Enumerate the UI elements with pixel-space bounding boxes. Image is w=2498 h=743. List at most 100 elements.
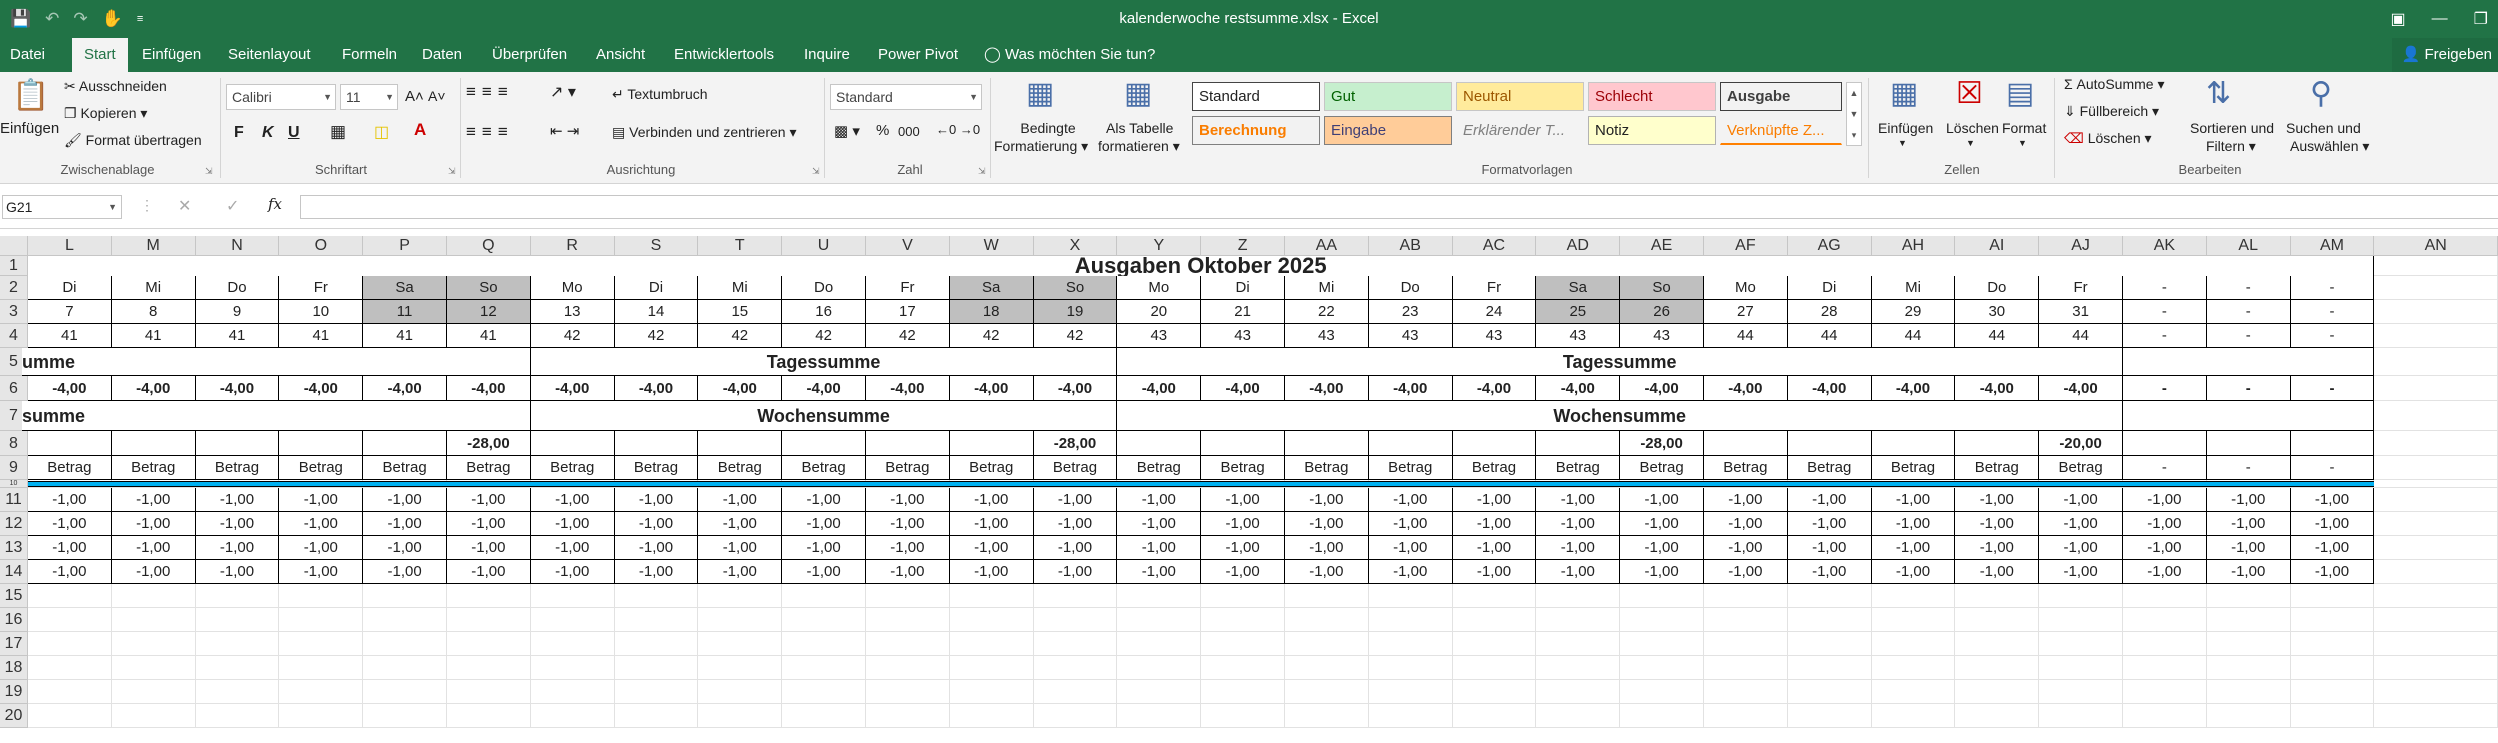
row-header-20[interactable]: 20 xyxy=(0,704,28,728)
amount-cell[interactable]: -1,00 xyxy=(1536,512,1621,536)
tab-seitenlayout[interactable]: Seitenlayout xyxy=(228,38,311,72)
row-header-17[interactable]: 17 xyxy=(0,632,28,656)
grid-cell[interactable] xyxy=(949,656,1034,680)
column-header-ab[interactable]: AB xyxy=(1368,236,1453,256)
amount-cell[interactable]: -1,00 xyxy=(866,560,950,584)
grid-cell[interactable] xyxy=(279,704,364,728)
week-number-cell[interactable]: 43 xyxy=(1452,324,1537,348)
minimize-icon[interactable]: — xyxy=(2432,10,2448,28)
grid-cell[interactable] xyxy=(2206,704,2291,728)
grid-cell[interactable] xyxy=(2123,632,2207,656)
conditional-formatting-line2[interactable]: Formatierung ▾ xyxy=(994,138,1088,155)
grid-cell[interactable] xyxy=(279,632,364,656)
day-total-cell[interactable]: - xyxy=(2206,376,2291,401)
week-number-cell[interactable]: 44 xyxy=(1871,324,1956,348)
grid-cell[interactable] xyxy=(1787,680,1872,704)
grid-cell[interactable] xyxy=(698,632,783,656)
grid-cell[interactable] xyxy=(782,680,866,704)
amount-cell[interactable]: -1,00 xyxy=(1033,512,1118,536)
grid-cell[interactable] xyxy=(1285,680,1369,704)
week-total-cell[interactable] xyxy=(1368,431,1453,456)
grid-cell[interactable] xyxy=(111,656,196,680)
grid-cell[interactable] xyxy=(1787,608,1872,632)
grid-cell[interactable] xyxy=(195,584,280,608)
grid-cell[interactable] xyxy=(1452,632,1537,656)
week-total-cell[interactable] xyxy=(111,431,196,456)
grid-cell[interactable] xyxy=(279,680,364,704)
day-cell[interactable]: 13 xyxy=(530,300,615,324)
grid-cell[interactable] xyxy=(1536,584,1621,608)
amount-header-cell[interactable]: Betrag xyxy=(1285,456,1369,480)
amount-cell[interactable]: -1,00 xyxy=(363,536,447,560)
grid-cell[interactable] xyxy=(1955,608,2040,632)
week-number-cell[interactable]: 43 xyxy=(1285,324,1369,348)
amount-cell[interactable]: -1,00 xyxy=(1704,488,1788,512)
grid-cell[interactable] xyxy=(1955,680,2040,704)
grid-cell[interactable] xyxy=(1871,680,1956,704)
amount-cell[interactable]: -1,00 xyxy=(1285,488,1369,512)
grid-cell[interactable] xyxy=(2039,704,2123,728)
grid-cell[interactable] xyxy=(698,680,783,704)
day-total-cell[interactable]: -4,00 xyxy=(1285,376,1369,401)
grid-cell[interactable] xyxy=(2374,488,2498,512)
format-painter-button[interactable]: 🖌 Format übertragen xyxy=(64,132,202,149)
amount-header-cell[interactable]: Betrag xyxy=(1452,456,1537,480)
grid-cell[interactable] xyxy=(1368,704,1453,728)
grid-cell[interactable] xyxy=(1704,704,1788,728)
amount-cell[interactable]: -1,00 xyxy=(2039,488,2123,512)
conditional-formatting-icon[interactable]: ▦ xyxy=(1026,76,1054,111)
grid-cell[interactable] xyxy=(1368,656,1453,680)
grid-cell[interactable] xyxy=(1368,680,1453,704)
row-header-13[interactable]: 13 xyxy=(0,536,28,560)
day-cell[interactable]: 21 xyxy=(1201,300,1285,324)
delete-cells-button[interactable]: Löschen xyxy=(1946,120,1999,136)
fill-color-icon[interactable]: ◫ xyxy=(374,122,389,142)
amount-cell[interactable]: -1,00 xyxy=(111,536,196,560)
grid-cell[interactable] xyxy=(1285,632,1369,656)
amount-cell[interactable]: -1,00 xyxy=(530,536,615,560)
copy-button[interactable]: ❐ Kopieren ▾ xyxy=(64,105,147,122)
indent-icons[interactable]: ⇤ ⇥ xyxy=(550,122,579,140)
tab-ansicht[interactable]: Ansicht xyxy=(596,38,645,72)
day-total-cell[interactable]: -4,00 xyxy=(1117,376,1202,401)
amount-cell[interactable]: -1,00 xyxy=(2039,512,2123,536)
column-header-ae[interactable]: AE xyxy=(1620,236,1704,256)
week-number-cell[interactable]: 44 xyxy=(1955,324,2040,348)
amount-cell[interactable]: -1,00 xyxy=(949,560,1034,584)
amount-cell[interactable]: -1,00 xyxy=(1285,560,1369,584)
grid-cell[interactable] xyxy=(2374,512,2498,536)
weekday-cell[interactable]: Di xyxy=(1787,276,1872,300)
grid-cell[interactable] xyxy=(1285,608,1369,632)
grid-cell[interactable] xyxy=(1201,680,1285,704)
grid-cell[interactable] xyxy=(1620,656,1704,680)
amount-cell[interactable]: -1,00 xyxy=(447,488,531,512)
amount-cell[interactable]: -1,00 xyxy=(1285,512,1369,536)
grid-cell[interactable] xyxy=(2374,608,2498,632)
day-cell[interactable]: 12 xyxy=(447,300,531,324)
amount-cell[interactable]: -1,00 xyxy=(1955,536,2040,560)
day-cell[interactable]: 14 xyxy=(614,300,699,324)
amount-cell[interactable]: -1,00 xyxy=(111,512,196,536)
amount-cell[interactable]: -1,00 xyxy=(111,560,196,584)
decimal-icons[interactable]: ←0 →0 xyxy=(936,122,980,137)
amount-cell[interactable]: -1,00 xyxy=(1620,488,1704,512)
grid-cell[interactable] xyxy=(2039,680,2123,704)
amount-cell[interactable]: -1,00 xyxy=(1871,488,1956,512)
column-header-ai[interactable]: AI xyxy=(1955,236,2040,256)
grid-cell[interactable] xyxy=(1871,656,1956,680)
amount-header-cell[interactable]: Betrag xyxy=(1787,456,1872,480)
number-format-combo[interactable]: Standard ▼ xyxy=(830,84,982,110)
currency-icon[interactable]: ▩ ▾ xyxy=(834,122,860,140)
amount-cell[interactable]: -1,00 xyxy=(2039,536,2123,560)
alignment-launcher-icon[interactable]: ⇲ xyxy=(812,166,820,177)
grid-cell[interactable] xyxy=(1452,608,1537,632)
grid-cell[interactable] xyxy=(1620,680,1704,704)
grid-cell[interactable] xyxy=(1117,584,1202,608)
grid-cell[interactable] xyxy=(2374,300,2498,324)
grid-cell[interactable] xyxy=(1033,584,1118,608)
week-total-cell[interactable] xyxy=(2290,431,2375,456)
amount-header-cell[interactable]: Betrag xyxy=(530,456,615,480)
grid-cell[interactable] xyxy=(1787,584,1872,608)
week-total-cell[interactable] xyxy=(614,431,699,456)
tab-einfuegen[interactable]: Einfügen xyxy=(142,38,201,72)
